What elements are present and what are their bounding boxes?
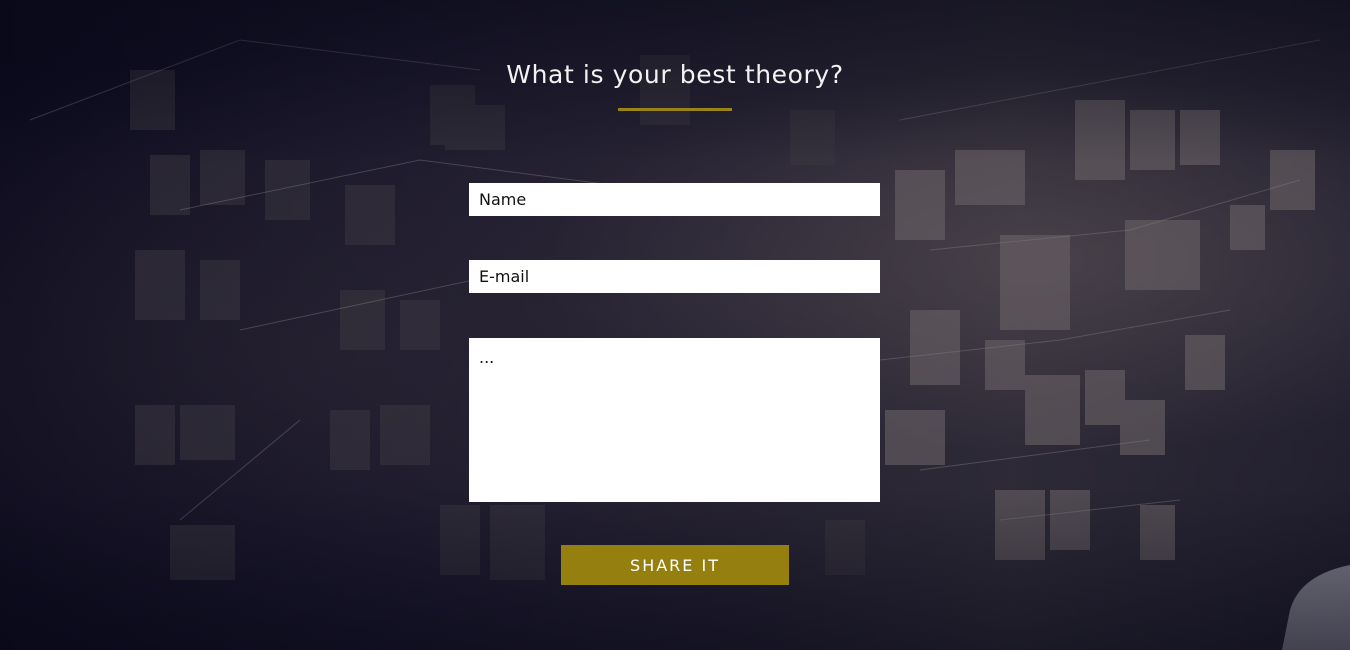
title-underline	[618, 108, 732, 111]
form-title: What is your best theory?	[506, 60, 844, 89]
share-it-button[interactable]: SHARE IT	[561, 545, 789, 585]
page-background: What is your best theory? SHARE IT	[0, 0, 1350, 650]
email-field[interactable]	[469, 260, 880, 293]
name-field[interactable]	[469, 183, 880, 216]
theory-form: What is your best theory? SHARE IT	[0, 0, 1350, 650]
theory-textarea[interactable]	[469, 338, 880, 502]
